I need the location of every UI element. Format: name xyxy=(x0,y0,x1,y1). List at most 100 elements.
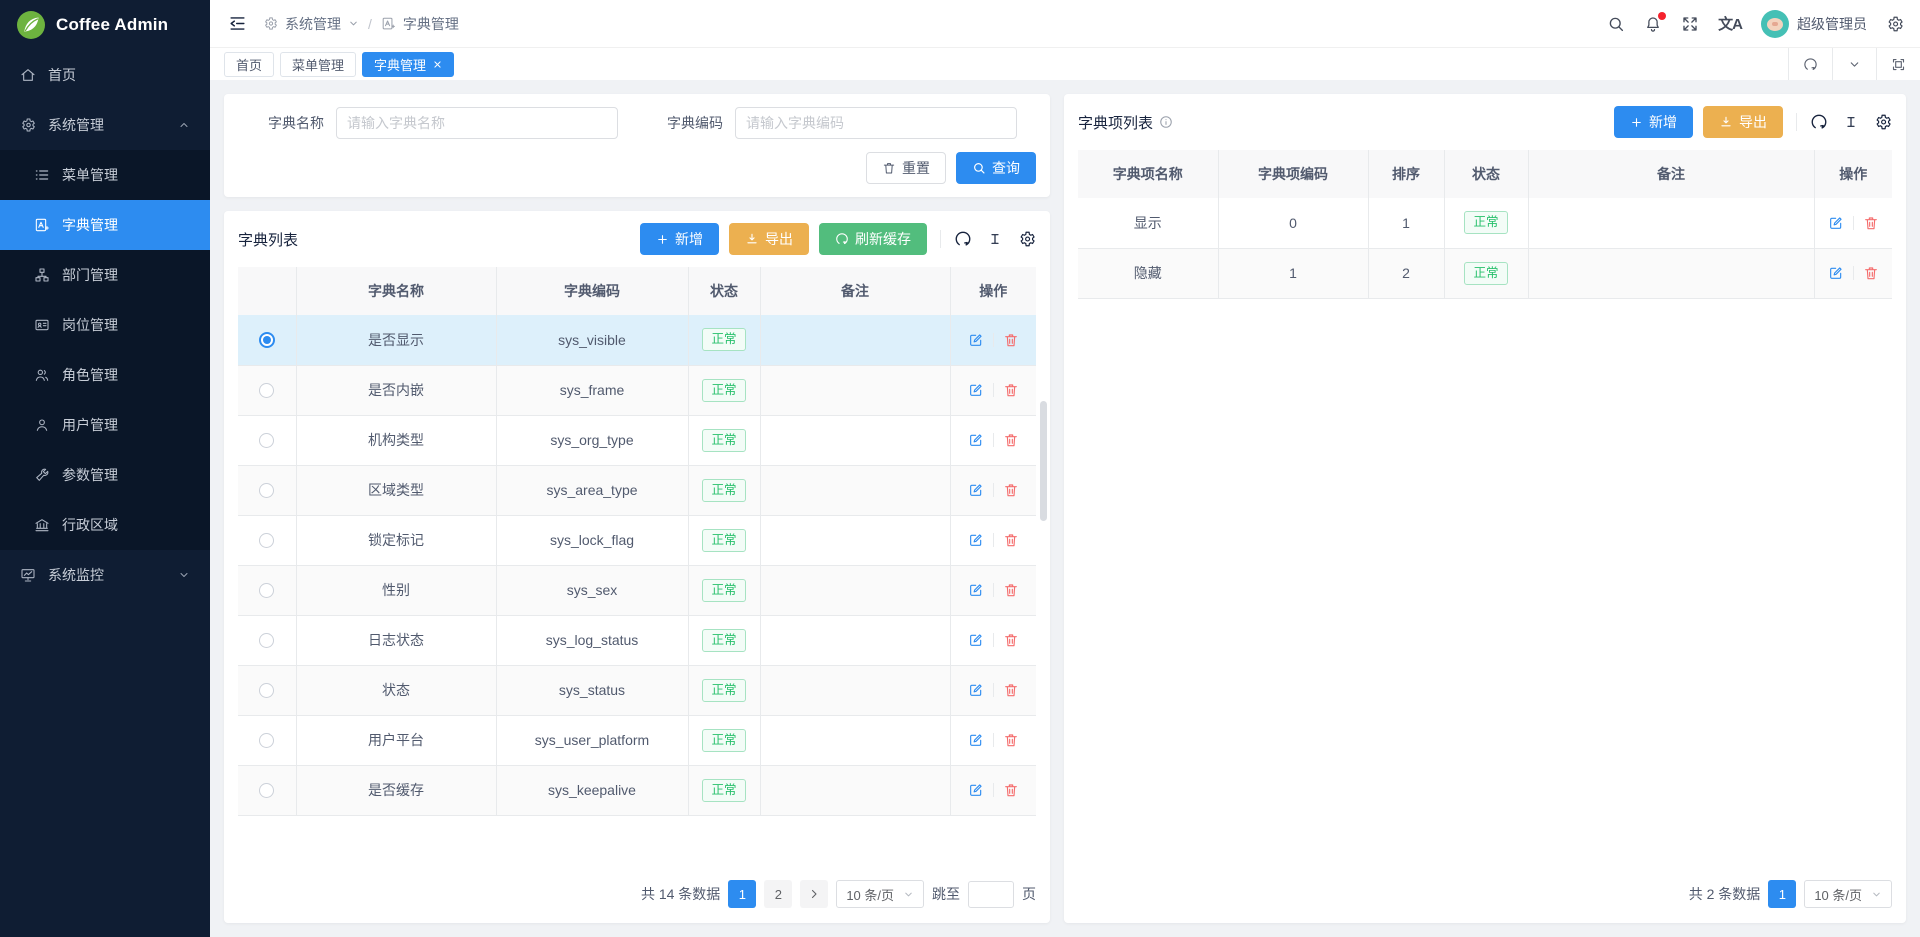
tab-dict-mgmt[interactable]: 字典管理 xyxy=(362,52,454,77)
table-row[interactable]: 状态 sys_status 正常 xyxy=(238,665,1036,715)
font-size-icon[interactable] xyxy=(987,231,1003,247)
next-page-button[interactable] xyxy=(800,880,828,908)
edit-button[interactable] xyxy=(968,382,984,398)
row-radio[interactable] xyxy=(259,783,274,798)
edit-button[interactable] xyxy=(968,532,984,548)
export-dict-item-button[interactable]: 导出 xyxy=(1703,106,1783,138)
edit-button[interactable] xyxy=(968,782,984,798)
delete-button[interactable] xyxy=(1003,732,1019,748)
refresh-icon[interactable] xyxy=(1810,113,1828,131)
maximize-icon[interactable] xyxy=(1876,48,1920,80)
info-icon[interactable] xyxy=(1159,115,1173,129)
tab-home[interactable]: 首页 xyxy=(224,52,274,77)
app-logo[interactable]: Coffee Admin xyxy=(0,0,210,50)
breadcrumb-parent[interactable]: 系统管理 xyxy=(285,14,341,34)
reset-button[interactable]: 重置 xyxy=(866,152,946,184)
chevron-down-icon[interactable] xyxy=(1832,48,1876,80)
sidebar-item-system-mgmt[interactable]: 系统管理 xyxy=(0,100,210,150)
row-radio[interactable] xyxy=(259,383,274,398)
tab-label: 首页 xyxy=(236,55,262,74)
page-size-select[interactable]: 10 条/页 xyxy=(836,880,924,908)
table-row[interactable]: 日志状态 sys_log_status 正常 xyxy=(238,615,1036,665)
sidebar-item-role-mgmt[interactable]: 角色管理 xyxy=(0,350,210,400)
search-icon[interactable] xyxy=(1607,15,1625,33)
page-button-1[interactable]: 1 xyxy=(1768,880,1796,908)
bell-icon[interactable] xyxy=(1644,15,1662,33)
edit-button[interactable] xyxy=(968,332,984,348)
translate-icon[interactable]: 文A xyxy=(1718,13,1742,34)
jump-page-input[interactable] xyxy=(968,881,1014,908)
dict-code-input[interactable] xyxy=(735,107,1017,139)
table-row[interactable]: 锁定标记 sys_lock_flag 正常 xyxy=(238,515,1036,565)
tab-menu-mgmt[interactable]: 菜单管理 xyxy=(280,52,356,77)
plus-icon xyxy=(656,233,669,246)
page-size-select[interactable]: 10 条/页 xyxy=(1804,880,1892,908)
menu-fold-button[interactable] xyxy=(228,14,247,33)
page-button-2[interactable]: 2 xyxy=(764,880,792,908)
row-radio[interactable] xyxy=(259,483,274,498)
delete-button[interactable] xyxy=(1003,332,1019,348)
delete-button[interactable] xyxy=(1003,682,1019,698)
delete-button[interactable] xyxy=(1003,532,1019,548)
edit-button[interactable] xyxy=(968,732,984,748)
delete-button[interactable] xyxy=(1003,382,1019,398)
column-settings-gear-icon[interactable] xyxy=(1018,230,1036,248)
dict-name-input[interactable] xyxy=(336,107,618,139)
table-row[interactable]: 是否显示 sys_visible 正常 xyxy=(238,315,1036,365)
edit-button[interactable] xyxy=(1828,265,1844,281)
fullscreen-icon[interactable] xyxy=(1681,15,1699,33)
table-row[interactable]: 隐藏 1 2 正常 xyxy=(1078,248,1892,298)
delete-button[interactable] xyxy=(1863,265,1879,281)
row-radio[interactable] xyxy=(259,533,274,548)
edit-button[interactable] xyxy=(968,682,984,698)
add-dict-item-button[interactable]: 新增 xyxy=(1614,106,1693,138)
delete-button[interactable] xyxy=(1003,432,1019,448)
close-icon[interactable] xyxy=(433,60,442,69)
add-dict-button[interactable]: 新增 xyxy=(640,223,719,255)
sidebar-item-region-mgmt[interactable]: 行政区域 xyxy=(0,500,210,550)
export-dict-button[interactable]: 导出 xyxy=(729,223,809,255)
table-row[interactable]: 用户平台 sys_user_platform 正常 xyxy=(238,715,1036,765)
sidebar-item-post-mgmt[interactable]: 岗位管理 xyxy=(0,300,210,350)
row-radio[interactable] xyxy=(259,433,274,448)
edit-button[interactable] xyxy=(968,482,984,498)
refresh-cache-button[interactable]: 刷新缓存 xyxy=(819,223,927,255)
sidebar-item-param-mgmt[interactable]: 参数管理 xyxy=(0,450,210,500)
sidebar-item-home[interactable]: 首页 xyxy=(0,50,210,100)
font-size-icon[interactable] xyxy=(1843,114,1859,130)
edit-button[interactable] xyxy=(968,632,984,648)
settings-gear-icon[interactable] xyxy=(1886,15,1904,33)
delete-button[interactable] xyxy=(1003,782,1019,798)
table-row[interactable]: 是否内嵌 sys_frame 正常 xyxy=(238,365,1036,415)
sidebar-item-user-mgmt[interactable]: 用户管理 xyxy=(0,400,210,450)
table-row[interactable]: 是否缓存 sys_keepalive 正常 xyxy=(238,765,1036,815)
delete-button[interactable] xyxy=(1003,482,1019,498)
edit-button[interactable] xyxy=(968,432,984,448)
user-menu[interactable]: 超级管理员 xyxy=(1761,10,1867,38)
row-radio[interactable] xyxy=(259,683,274,698)
table-row[interactable]: 区域类型 sys_area_type 正常 xyxy=(238,465,1036,515)
table-row[interactable]: 显示 0 1 正常 xyxy=(1078,198,1892,248)
delete-button[interactable] xyxy=(1003,582,1019,598)
sidebar-item-dept-mgmt[interactable]: 部门管理 xyxy=(0,250,210,300)
column-settings-gear-icon[interactable] xyxy=(1874,113,1892,131)
page-button-1[interactable]: 1 xyxy=(728,880,756,908)
query-button[interactable]: 查询 xyxy=(956,152,1036,184)
refresh-tab-icon[interactable] xyxy=(1788,48,1832,80)
row-radio[interactable] xyxy=(259,583,274,598)
table-row[interactable]: 性别 sys_sex 正常 xyxy=(238,565,1036,615)
row-radio[interactable] xyxy=(259,332,275,348)
row-radio[interactable] xyxy=(259,633,274,648)
row-radio[interactable] xyxy=(259,733,274,748)
edit-button[interactable] xyxy=(968,582,984,598)
sidebar-item-menu-mgmt[interactable]: 菜单管理 xyxy=(0,150,210,200)
refresh-icon[interactable] xyxy=(954,230,972,248)
sidebar-item-label: 岗位管理 xyxy=(62,315,118,335)
table-row[interactable]: 机构类型 sys_org_type 正常 xyxy=(238,415,1036,465)
delete-button[interactable] xyxy=(1003,632,1019,648)
scrollbar-thumb[interactable] xyxy=(1040,401,1047,521)
edit-button[interactable] xyxy=(1828,215,1844,231)
delete-button[interactable] xyxy=(1863,215,1879,231)
sidebar-item-dict-mgmt[interactable]: 字典管理 xyxy=(0,200,210,250)
sidebar-item-system-monitor[interactable]: 系统监控 xyxy=(0,550,210,600)
